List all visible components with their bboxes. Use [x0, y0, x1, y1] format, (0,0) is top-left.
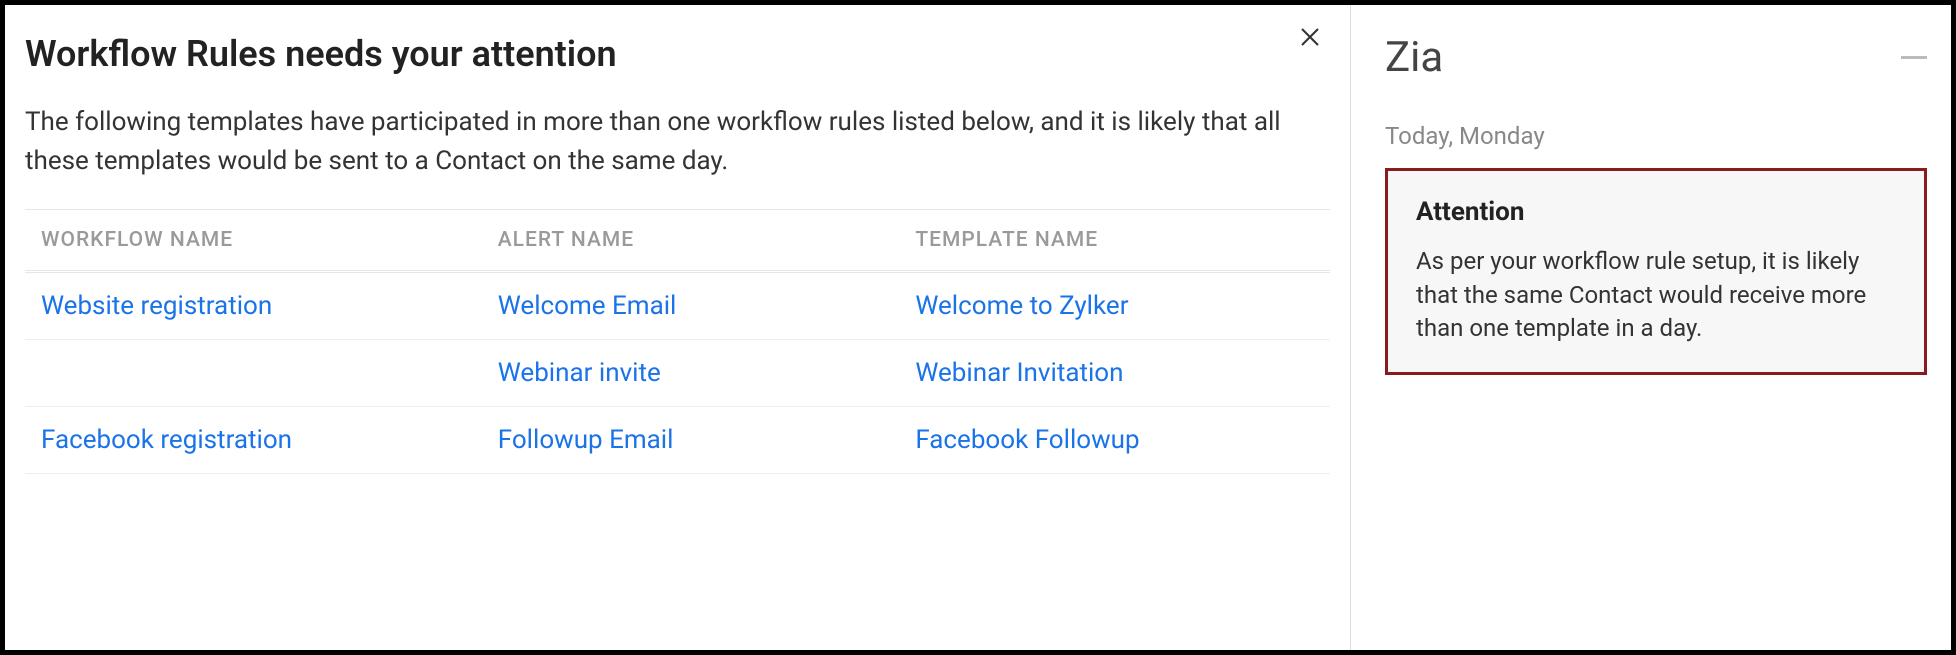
- table-row: Webinar invite Webinar Invitation: [25, 340, 1330, 407]
- side-panel: Zia Today, Monday Attention As per your …: [1351, 5, 1951, 650]
- template-link[interactable]: Webinar Invitation: [915, 358, 1123, 388]
- workflow-table: WORKFLOW NAME ALERT NAME TEMPLATE NAME W…: [25, 209, 1330, 474]
- main-panel: Workflow Rules needs your attention The …: [5, 5, 1351, 650]
- template-link[interactable]: Facebook Followup: [915, 425, 1139, 455]
- side-title: Zia: [1385, 33, 1443, 82]
- close-button[interactable]: [1298, 25, 1322, 54]
- table-row: Website registration Welcome Email Welco…: [25, 272, 1330, 340]
- alert-link[interactable]: Welcome Email: [498, 291, 677, 321]
- column-header-alert: ALERT NAME: [482, 210, 900, 272]
- alert-link[interactable]: Webinar invite: [498, 358, 661, 388]
- table-row: Facebook registration Followup Email Fac…: [25, 407, 1330, 474]
- workflow-link[interactable]: Facebook registration: [41, 425, 292, 455]
- side-date: Today, Monday: [1385, 122, 1927, 150]
- page-description: The following templates have participate…: [25, 103, 1330, 181]
- template-link[interactable]: Welcome to Zylker: [915, 291, 1128, 321]
- workflow-link[interactable]: Website registration: [41, 291, 272, 321]
- column-header-template: TEMPLATE NAME: [899, 210, 1330, 272]
- page-title: Workflow Rules needs your attention: [25, 33, 1330, 75]
- attention-card[interactable]: Attention As per your workflow rule setu…: [1385, 168, 1927, 375]
- attention-card-title: Attention: [1416, 197, 1896, 227]
- side-header: Zia: [1385, 33, 1927, 82]
- column-header-workflow: WORKFLOW NAME: [25, 210, 482, 272]
- alert-link[interactable]: Followup Email: [498, 425, 674, 455]
- close-icon: [1298, 24, 1322, 55]
- minimize-icon[interactable]: [1901, 56, 1927, 59]
- attention-card-body: As per your workflow rule setup, it is l…: [1416, 245, 1896, 346]
